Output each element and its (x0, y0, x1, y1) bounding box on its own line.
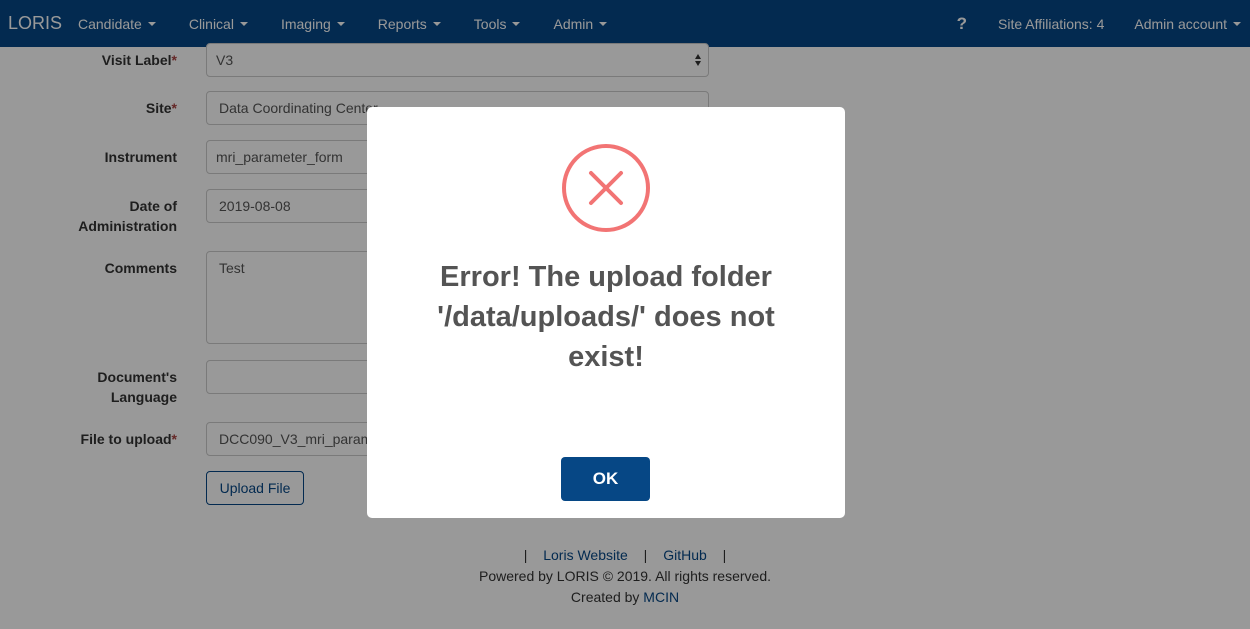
error-dialog: Error! The upload folder '/data/uploads/… (367, 107, 845, 518)
error-message: Error! The upload folder '/data/uploads/… (437, 261, 775, 373)
modal-backdrop[interactable]: Error! The upload folder '/data/uploads/… (0, 0, 1250, 629)
ok-button[interactable]: OK (561, 457, 650, 501)
error-x-icon (562, 144, 650, 232)
